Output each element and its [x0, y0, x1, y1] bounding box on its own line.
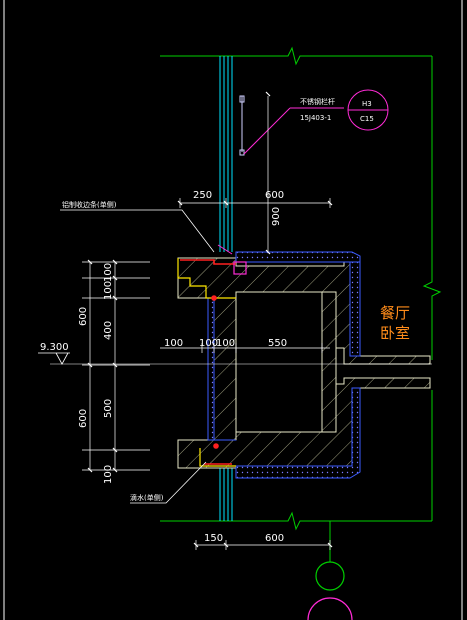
dim-top-250: 250	[193, 190, 212, 201]
level-elevation: 9.300	[40, 342, 69, 353]
dim-bottom-600: 600	[265, 533, 284, 544]
glazing-upper	[219, 56, 233, 252]
room-label-dining: 餐厅	[380, 304, 410, 322]
dim-mid-100a: 100	[164, 338, 183, 349]
dim-left-100b: 100	[103, 281, 114, 300]
railing-post	[239, 95, 245, 156]
dim-bottom-150: 150	[204, 533, 223, 544]
dim-rail-900: 900	[271, 207, 282, 226]
dim-left-100c: 100	[103, 465, 114, 484]
cad-drawing-canvas: 不锈钢栏杆 15J403-1 H3 C15 铝制收边条(单侧) 滴水(单侧) 2…	[0, 0, 467, 620]
dim-left-600a: 600	[78, 307, 89, 326]
callout-bubble-top: H3	[362, 100, 372, 108]
middle-dimension	[160, 343, 330, 353]
flashing-note: 滴水(单侧)	[130, 493, 164, 502]
side-wall	[207, 292, 237, 441]
callout-label: 不锈钢栏杆	[300, 97, 335, 106]
dim-top-600: 600	[265, 190, 284, 201]
drip-note: 铝制收边条(单侧)	[62, 200, 117, 209]
callout-bubble-bottom: C15	[360, 115, 374, 123]
dim-mid-100c: 100	[216, 338, 235, 349]
dim-left-600b: 600	[78, 409, 89, 428]
glazing-lower	[219, 468, 233, 521]
dim-left-400: 400	[103, 321, 114, 340]
left-dimension-lines	[82, 259, 150, 473]
room-wall	[321, 291, 337, 433]
room-label-bedroom: 卧室	[380, 324, 410, 342]
dim-left-500: 500	[103, 399, 114, 418]
dim-left-100a: 100	[103, 263, 114, 282]
bay-window-section-drawing: 不锈钢栏杆 15J403-1 H3 C15 铝制收边条(单侧) 滴水(单侧) 2…	[3, 0, 463, 620]
dim-mid-550: 550	[268, 338, 287, 349]
callout-atlas-code: 15J403-1	[300, 114, 331, 122]
axis-bubbles	[307, 561, 353, 620]
